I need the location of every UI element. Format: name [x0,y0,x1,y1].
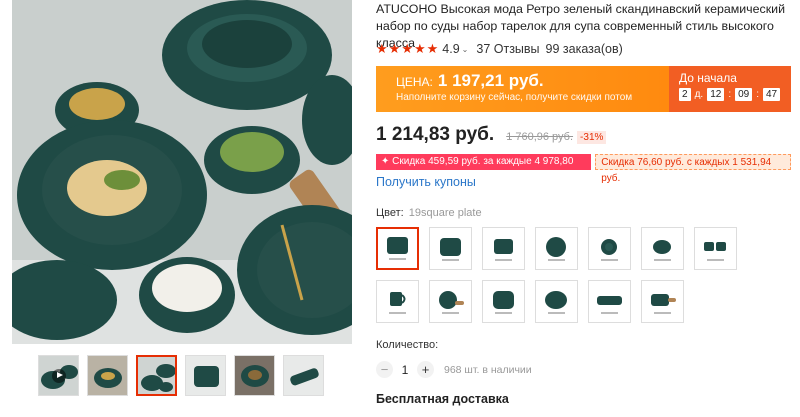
variant-option[interactable] [429,227,472,270]
countdown-timer: 2 д. 12 : 09 : 47 [679,88,791,101]
star-icon: ★ [426,41,439,56]
color-label-row: Цвет: 19square plate [376,207,791,219]
thumbnail-4[interactable] [185,355,226,396]
quantity-stepper: − 1 + 968 шт. в наличии [376,361,791,378]
thumbnail-5[interactable] [234,355,275,396]
thumbnail-strip [38,355,324,396]
quantity-label: Количество: [376,339,439,351]
variant-option[interactable] [535,280,578,323]
thumbnail-2[interactable] [87,355,128,396]
stock-count: 968 шт. в наличии [444,363,532,376]
promo-subtitle: Наполните корзину сейчас, получите скидк… [396,92,633,103]
countdown-label: До начала [679,71,737,85]
thumbnail-6[interactable] [283,355,324,396]
variant-option[interactable] [641,227,684,270]
variant-option[interactable] [429,280,472,323]
product-info: ATUCOHO Высокая мода Ретро зеленый сканд… [376,0,791,406]
product-title: ATUCOHO Высокая мода Ретро зеленый сканд… [376,2,785,50]
rating-score[interactable]: 4.9 [442,42,459,56]
quantity-increase-button[interactable]: + [417,361,434,378]
countdown-days-unit: д. [694,89,704,100]
variant-option[interactable] [588,280,631,323]
star-icon: ★ [401,41,413,56]
variant-option[interactable] [482,227,525,270]
coupon-badge[interactable]: ✦ Скидка 459,59 руб. за каждые 4 978,80 … [376,154,592,183]
variant-option[interactable] [376,227,419,270]
chevron-down-icon[interactable]: ⌄ [462,45,469,54]
variant-option[interactable] [694,227,737,270]
coupon-list: ✦ Скидка 459,59 руб. за каждые 4 978,80 … [376,154,791,184]
countdown-separator: : [728,89,732,100]
original-price: 1 760,96 руб. [506,131,574,143]
countdown-hours: 12 [707,88,725,101]
quantity-input[interactable]: 1 [393,363,417,377]
reviews-link[interactable]: 37 Отзывы [476,42,539,56]
color-label: Цвет: [376,207,404,219]
countdown-days: 2 [679,88,691,101]
countdown-separator: : [756,89,759,100]
price-row: 1 214,83 руб. 1 760,96 руб. -31% [376,124,791,146]
variant-option[interactable] [588,227,631,270]
shipping-label: Бесплатная доставка [376,392,509,406]
orders-count: 99 заказа(ов) [545,42,623,56]
color-variants [376,227,791,323]
star-icon: ★ [376,41,388,56]
coupon-badge[interactable]: Скидка 76,60 руб. с каждых 1 531,94 руб. [595,154,791,184]
quantity-decrease-button[interactable]: − [376,361,393,378]
main-product-image[interactable] [12,0,352,344]
play-icon [51,368,66,383]
thumbnail-3[interactable] [136,355,177,396]
variant-option[interactable] [376,280,419,323]
star-icon: ★ [388,41,401,56]
color-selected-value: 19square plate [408,207,482,219]
variant-option[interactable] [482,280,525,323]
star-icon: ★ [413,41,426,56]
rating-row: ★ ★ ★ ★ ★ 4.9 ⌄ 37 Отзывы 99 заказа(ов) [376,41,791,57]
countdown-minutes: 09 [735,88,753,101]
variant-option[interactable] [535,227,578,270]
current-price: 1 214,83 руб. [376,124,495,145]
promo-banner: ЦЕНА: 1 197,21 руб. Наполните корзину се… [376,66,791,112]
get-coupons-link[interactable]: Получить купоны [376,175,791,189]
variant-option[interactable] [641,280,684,323]
discount-badge: -31% [577,131,607,144]
promo-price-label: ЦЕНА: [396,75,433,89]
thumbnail-video[interactable] [38,355,79,396]
countdown-seconds: 47 [763,88,781,101]
promo-price-value: 1 197,21 руб. [437,71,544,90]
rating-stars[interactable]: ★ ★ ★ ★ ★ [376,41,438,57]
